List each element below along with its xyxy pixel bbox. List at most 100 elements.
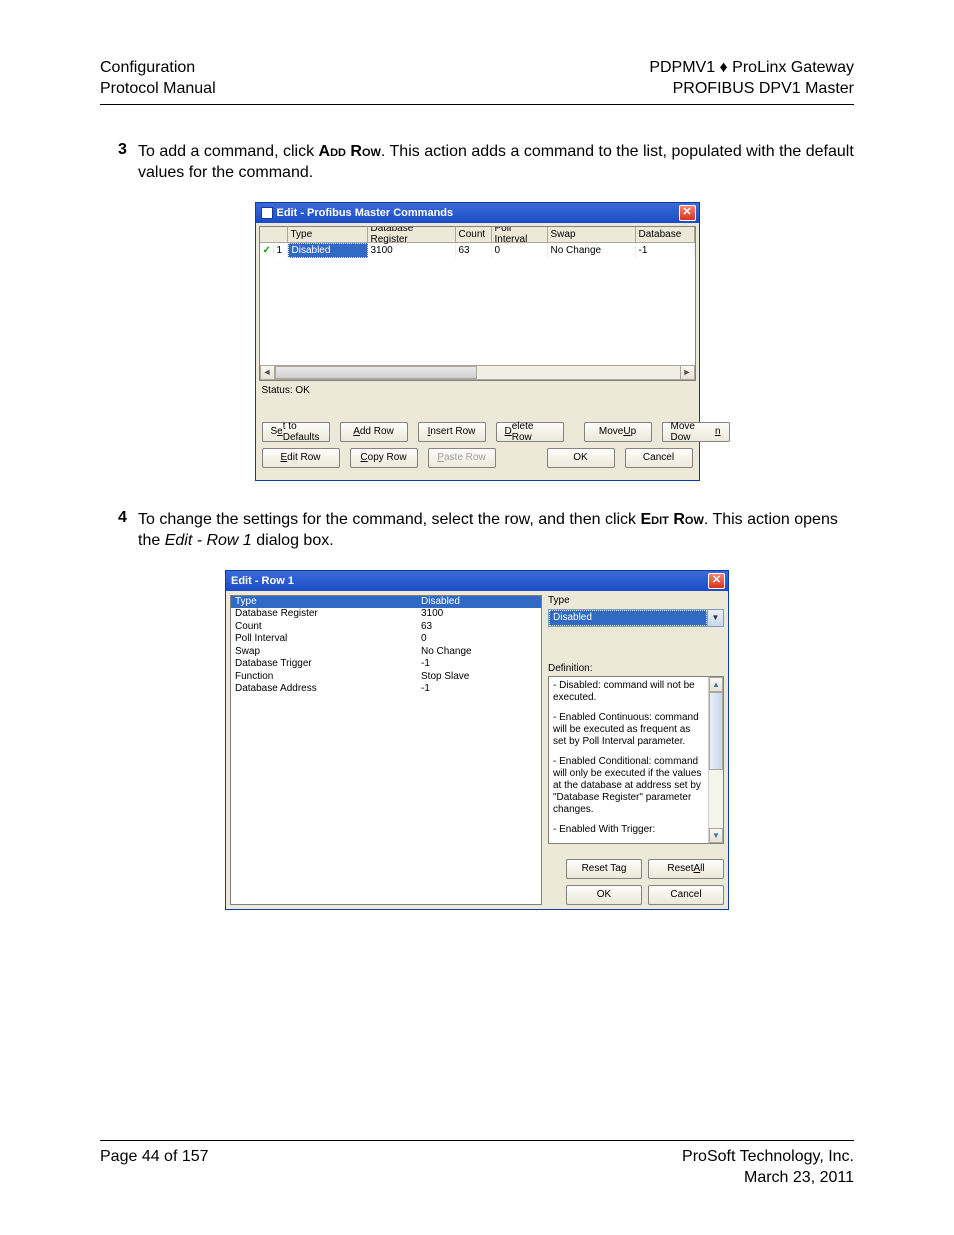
- step-4: 4 To change the settings for the command…: [100, 509, 854, 552]
- col-swap: Swap: [548, 227, 636, 242]
- edit-row-button[interactable]: Edit Row: [262, 448, 340, 468]
- definition-box: - Disabled: command will not be executed…: [548, 676, 724, 844]
- step-3-text: To add a command, click Add Row. This ac…: [138, 141, 854, 184]
- grid-header: Type Database Register Count Poll Interv…: [260, 227, 695, 243]
- ok-button[interactable]: OK: [547, 448, 615, 468]
- commands-grid[interactable]: Type Database Register Count Poll Interv…: [259, 226, 696, 381]
- page-footer: Page 44 of 157 ProSoft Technology, Inc. …: [100, 1140, 854, 1189]
- move-down-button[interactable]: Move Down: [662, 422, 730, 442]
- type-combobox[interactable]: Disabled ▼: [548, 609, 724, 627]
- ok-button[interactable]: OK: [566, 885, 642, 905]
- param-value: 3100: [417, 608, 541, 621]
- footer-company: ProSoft Technology, Inc.: [682, 1147, 854, 1168]
- add-row-emphasis: Add Row: [319, 143, 381, 160]
- insert-row-button[interactable]: Insert Row: [418, 422, 486, 442]
- list-item[interactable]: FunctionStop Slave: [231, 671, 541, 684]
- param-value: 63: [417, 621, 541, 634]
- dialog-edit-row-1: Edit - Row 1 ✕ TypeDisabledDatabase Regi…: [225, 570, 729, 910]
- scroll-up-icon[interactable]: ▲: [709, 677, 723, 692]
- param-name: Database Register: [231, 608, 417, 621]
- step-3: 3 To add a command, click Add Row. This …: [100, 141, 854, 184]
- param-name: Poll Interval: [231, 633, 417, 646]
- scroll-thumb[interactable]: [275, 366, 478, 379]
- close-icon[interactable]: ✕: [708, 573, 725, 589]
- check-icon: ✓: [263, 245, 271, 256]
- scroll-thumb[interactable]: [709, 692, 723, 770]
- dialog1-titlebar[interactable]: Edit - Profibus Master Commands ✕: [256, 203, 699, 223]
- paste-row-button: Paste Row: [428, 448, 496, 468]
- header-left-2: Protocol Manual: [100, 79, 216, 100]
- app-icon: [261, 207, 273, 219]
- definition-text: - Disabled: command will not be executed…: [549, 677, 708, 843]
- scroll-down-icon[interactable]: ▼: [709, 828, 723, 843]
- param-value: -1: [417, 683, 541, 696]
- list-item[interactable]: Database Trigger-1: [231, 658, 541, 671]
- param-name: Type: [231, 596, 417, 609]
- row-index: 1: [274, 243, 288, 258]
- col-type: Type: [288, 227, 368, 242]
- cell-count: 63: [456, 243, 492, 258]
- cell-db: -1: [636, 243, 695, 258]
- set-to-defaults-button[interactable]: Set to Defaults: [262, 422, 330, 442]
- add-row-button[interactable]: Add Row: [340, 422, 408, 442]
- dialog2-title: Edit - Row 1: [231, 575, 294, 587]
- scroll-right-icon[interactable]: ►: [680, 365, 695, 380]
- horizontal-scrollbar[interactable]: ◄ ►: [260, 365, 695, 380]
- param-name: Swap: [231, 646, 417, 659]
- param-name: Function: [231, 671, 417, 684]
- param-name: Database Address: [231, 683, 417, 696]
- step-number-4: 4: [100, 509, 120, 552]
- field-label-type: Type: [548, 595, 724, 606]
- col-blank: [260, 227, 288, 242]
- table-row[interactable]: ✓ 1 Disabled 3100 63 0 No Change -1: [260, 243, 695, 258]
- list-item[interactable]: Database Register3100: [231, 608, 541, 621]
- dialog-profibus-master-commands: Edit - Profibus Master Commands ✕ Type D…: [255, 202, 700, 481]
- parameter-list[interactable]: TypeDisabledDatabase Register3100Count63…: [230, 595, 542, 905]
- move-up-button[interactable]: Move Up: [584, 422, 652, 442]
- col-poll: Poll Interval: [492, 227, 548, 242]
- param-value: -1: [417, 658, 541, 671]
- chevron-down-icon[interactable]: ▼: [707, 610, 723, 626]
- col-dbreg: Database Register: [368, 227, 456, 242]
- reset-tag-button[interactable]: Reset Tag: [566, 859, 642, 879]
- dialog2-titlebar[interactable]: Edit - Row 1 ✕: [226, 571, 728, 591]
- list-item[interactable]: Poll Interval0: [231, 633, 541, 646]
- param-value: Disabled: [417, 596, 541, 609]
- cell-type[interactable]: Disabled: [288, 243, 368, 258]
- header-left-1: Configuration: [100, 58, 216, 79]
- param-value: No Change: [417, 646, 541, 659]
- page-header: Configuration Protocol Manual PDPMV1 ♦ P…: [100, 58, 854, 105]
- page-number: Page 44 of 157: [100, 1147, 209, 1189]
- reset-all-button[interactable]: Reset All: [648, 859, 724, 879]
- list-item[interactable]: Database Address-1: [231, 683, 541, 696]
- list-item[interactable]: SwapNo Change: [231, 646, 541, 659]
- step-number-3: 3: [100, 141, 120, 184]
- delete-row-button[interactable]: Delete Row: [496, 422, 564, 442]
- scroll-left-icon[interactable]: ◄: [260, 365, 275, 380]
- param-name: Database Trigger: [231, 658, 417, 671]
- vertical-scrollbar[interactable]: ▲ ▼: [708, 677, 723, 843]
- col-db: Database: [636, 227, 695, 242]
- header-right-2: PROFIBUS DPV1 Master: [649, 79, 854, 100]
- dialog1-title: Edit - Profibus Master Commands: [277, 207, 454, 219]
- list-item[interactable]: Count63: [231, 621, 541, 634]
- close-icon[interactable]: ✕: [679, 205, 696, 221]
- col-count: Count: [456, 227, 492, 242]
- param-value: 0: [417, 633, 541, 646]
- combo-value: Disabled: [549, 610, 707, 626]
- cell-swap: No Change: [548, 243, 636, 258]
- cancel-button[interactable]: Cancel: [648, 885, 724, 905]
- param-value: Stop Slave: [417, 671, 541, 684]
- cell-poll: 0: [492, 243, 548, 258]
- step-4-text: To change the settings for the command, …: [138, 509, 854, 552]
- edit-row-dialog-name: Edit - Row 1: [165, 532, 252, 549]
- copy-row-button[interactable]: Copy Row: [350, 448, 418, 468]
- cancel-button[interactable]: Cancel: [625, 448, 693, 468]
- list-item[interactable]: TypeDisabled: [231, 596, 541, 609]
- edit-row-emphasis: Edit Row: [641, 511, 704, 528]
- footer-date: March 23, 2011: [682, 1168, 854, 1189]
- definition-label: Definition:: [548, 663, 724, 674]
- param-name: Count: [231, 621, 417, 634]
- header-right-1: PDPMV1 ♦ ProLinx Gateway: [649, 58, 854, 79]
- cell-dbreg: 3100: [368, 243, 456, 258]
